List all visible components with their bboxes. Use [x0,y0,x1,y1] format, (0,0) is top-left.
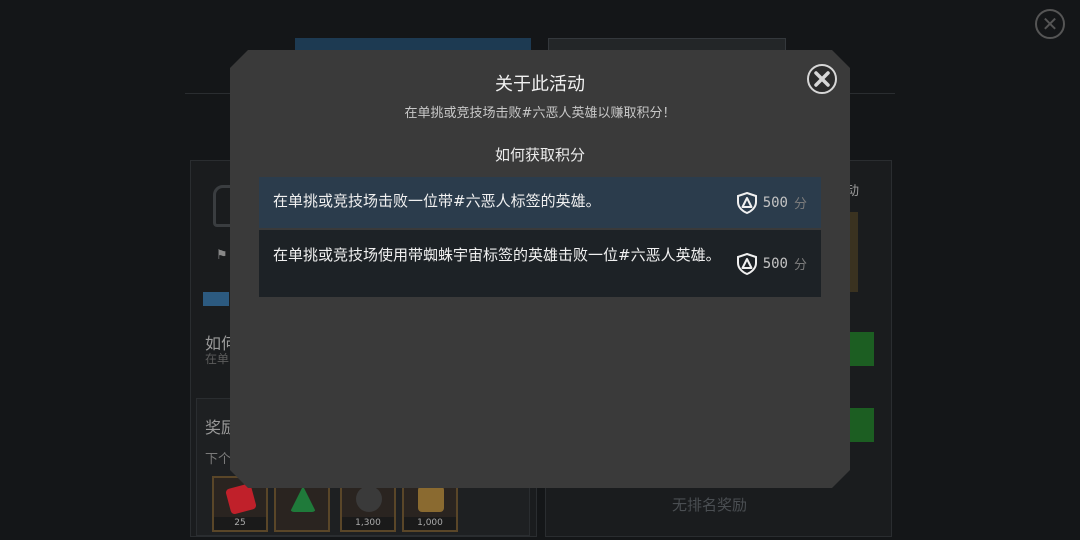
close-x-icon [814,71,830,87]
close-button[interactable] [807,64,837,94]
bg-next-label: 下个 [205,452,232,467]
gold-icon [418,486,444,512]
reward-count: 25 [214,517,266,530]
task-row: 在单挑或竞技场使用带蜘蛛宇宙标签的英雄击败一位#六恶人英雄。 500 分 [259,230,821,297]
bg-no-ranking-label: 无排名奖励 [672,496,748,514]
crystal-icon [290,486,316,512]
reward-count: 1,000 [404,517,456,530]
bg-green-button [846,408,874,442]
orb-icon [356,486,382,512]
bg-close-icon: ✕ [1035,9,1065,39]
shield-badge-icon [736,191,757,214]
task-row: 在单挑或竞技场击败一位带#六恶人标签的英雄。 500 分 [259,177,821,228]
bg-progress-bar [203,292,229,306]
modal-title: 关于此活动 [495,74,585,95]
reward-count: 1,300 [342,517,394,530]
modal-subtitle: 在单挑或竞技场击败#六恶人英雄以赚取积分！ [404,106,676,121]
task-description: 在单挑或竞技场使用带蜘蛛宇宙标签的英雄击败一位#六恶人英雄。 [273,246,721,264]
task-points: 500 分 [736,177,807,228]
section-heading: 如何获取积分 [494,146,585,164]
flag-icon: ⚑ [216,248,228,263]
shield-badge-icon [736,252,757,275]
points-unit: 分 [793,197,807,212]
bg-how-sub: 在单 [205,352,230,366]
task-description: 在单挑或竞技场击败一位带#六恶人标签的英雄。 [273,192,601,210]
event-info-modal: 关于此活动 在单挑或竞技场击败#六恶人英雄以赚取积分！ 如何获取积分 在单挑或竞… [230,50,850,488]
points-value: 500 [762,255,788,272]
bg-green-button [846,332,874,366]
task-points: 500 分 [736,230,807,297]
points-unit: 分 [793,258,807,273]
points-value: 500 [762,194,788,211]
